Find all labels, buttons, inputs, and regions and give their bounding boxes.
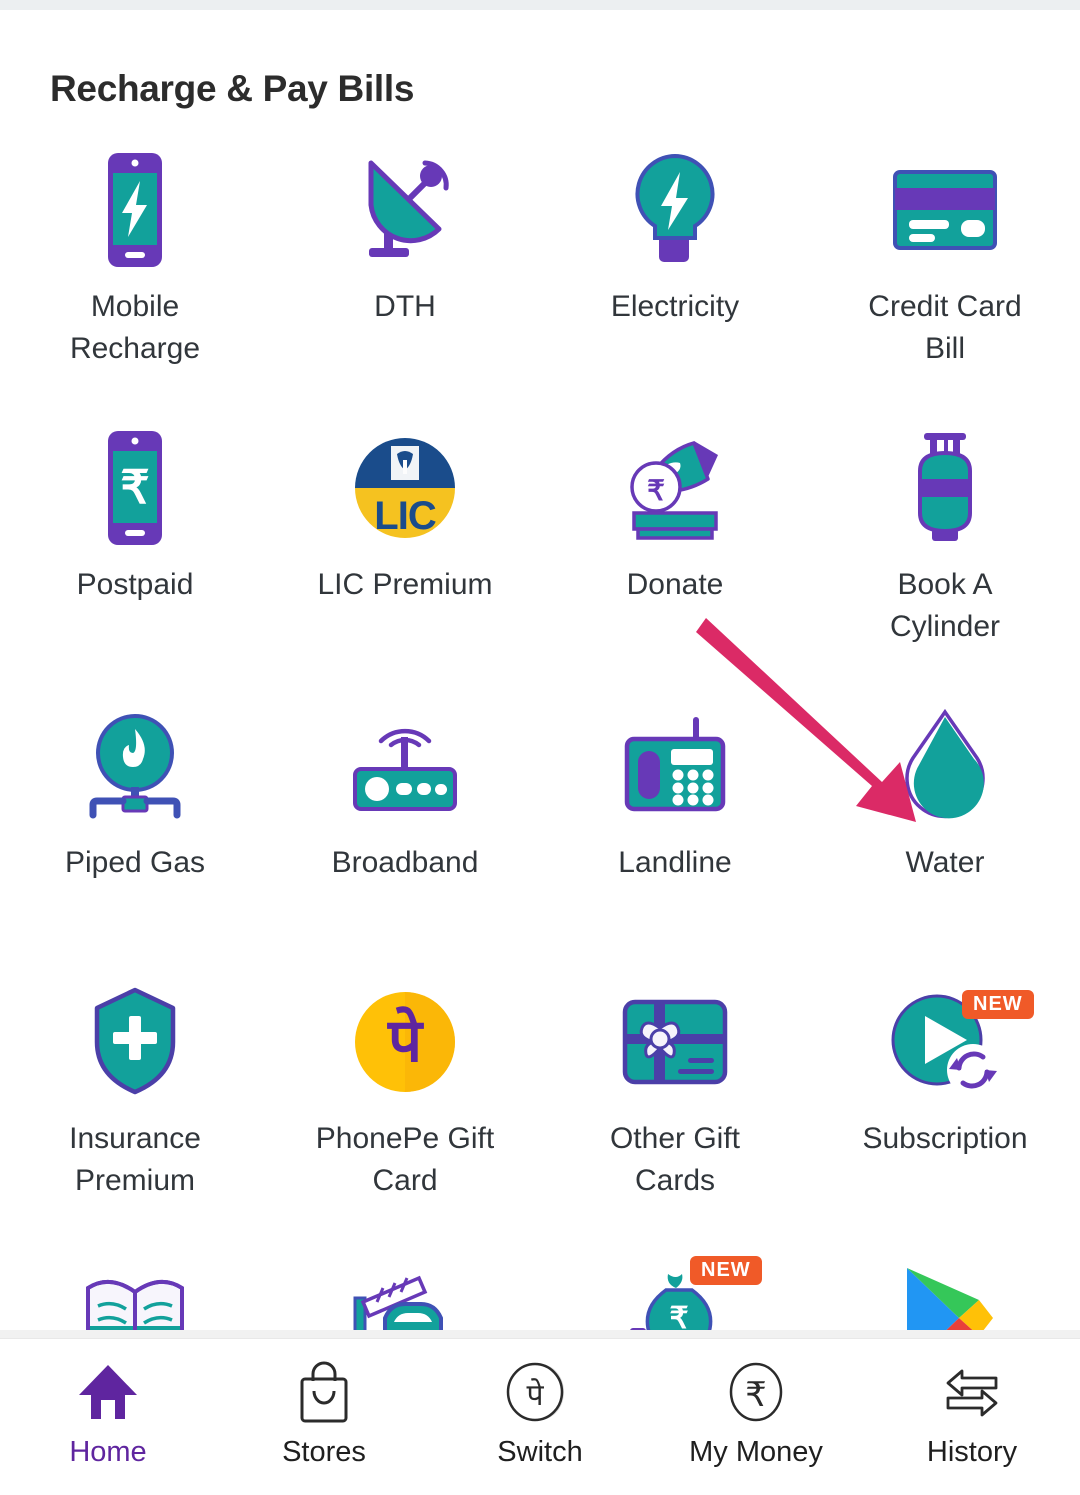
services-grid: Mobile Recharge DTH Electricity Credit C… [0, 150, 1080, 1330]
bottom-navigation-bar: Home Stores पे Switch ₹ My Money History [0, 1338, 1080, 1495]
transfer-arrows-icon [938, 1361, 1006, 1423]
donate-hand-coin-icon: ₹ [616, 428, 734, 548]
home-icon [77, 1361, 139, 1423]
nav-item-history[interactable]: History [864, 1339, 1080, 1469]
google-play-icon [895, 1258, 995, 1330]
postpaid-phone-icon: ₹ [85, 428, 185, 548]
nav-item-home[interactable]: Home [0, 1339, 216, 1469]
phonepe-coin-icon: पे [352, 982, 458, 1102]
service-tile-label: Landline [618, 846, 732, 879]
svg-text:₹: ₹ [745, 1376, 767, 1414]
phonepe-switch-icon: पे [500, 1361, 580, 1423]
grid-row: Insurance Premium पे PhonePe Gift Card O… [0, 982, 1080, 1258]
recharge-pay-bills-section: Recharge & Pay Bills Mobile Recharge DTH… [0, 10, 1080, 1330]
rupee-circle-icon: ₹ [726, 1361, 786, 1423]
service-tile-landline[interactable]: Landline [540, 706, 810, 982]
service-tile-book[interactable] [0, 1258, 270, 1330]
gift-card-icon [620, 982, 730, 1102]
svg-text:पे: पे [387, 1006, 424, 1076]
piped-gas-flame-icon [77, 706, 193, 826]
grid-row: Piped Gas Broadband Landline Water [0, 706, 1080, 982]
svg-text:LIC: LIC [374, 494, 436, 538]
nav-item-label: History [926, 1436, 1018, 1468]
nav-item-label: Switch [497, 1436, 583, 1468]
light-bulb-icon [625, 150, 725, 270]
satellite-dish-icon [349, 150, 461, 270]
service-tile-label: Mobile Recharge [69, 290, 201, 365]
service-tile-credit-card-bill[interactable]: Credit Card Bill [810, 150, 1080, 428]
page-title: Recharge & Pay Bills [50, 68, 415, 109]
new-badge: NEW [962, 990, 1034, 1019]
nav-item-stores[interactable]: Stores [216, 1339, 432, 1469]
phonepe-app-screen: Recharge & Pay Bills Mobile Recharge DTH… [0, 0, 1080, 1495]
lic-logo-icon: LIC [353, 428, 457, 548]
mobile-recharge-icon [85, 150, 185, 270]
service-tile-label: Electricity [610, 290, 740, 323]
service-tile-label: Postpaid [76, 568, 194, 601]
service-tile-broadband[interactable]: Broadband [270, 706, 540, 982]
service-tile-label: PhonePe Gift Card [315, 1122, 495, 1197]
service-tile-other-gift-cards[interactable]: Other Gift Cards [540, 982, 810, 1258]
credit-card-icon [891, 150, 999, 270]
nav-item-switch[interactable]: पे Switch [432, 1339, 648, 1469]
grid-row-partial: ₹ NEW [0, 1256, 1080, 1330]
service-tile-label: Broadband [331, 846, 479, 879]
svg-text:₹: ₹ [120, 461, 149, 513]
service-tile-label: Donate [626, 568, 724, 601]
service-tile-label: Piped Gas [64, 846, 206, 879]
nav-item-label: Home [69, 1436, 147, 1468]
service-tile-label: Subscription [862, 1122, 1028, 1155]
new-badge: NEW [690, 1256, 762, 1285]
service-tile-postpaid[interactable]: ₹ Postpaid [0, 428, 270, 706]
router-icon [345, 706, 465, 826]
grid-row: ₹ Postpaid LIC LIC Premium ₹ Donate Book… [0, 428, 1080, 706]
service-tile-fastag-toll[interactable] [270, 1258, 540, 1330]
service-tile-dth[interactable]: DTH [270, 150, 540, 428]
service-tile-phonepe-gift-card[interactable]: पे PhonePe Gift Card [270, 982, 540, 1258]
service-tile-label: LIC Premium [317, 568, 493, 601]
service-tile-label: DTH [374, 290, 436, 323]
toll-car-icon [345, 1258, 465, 1330]
service-tile-label: Other Gift Cards [609, 1122, 741, 1197]
bottom-nav-separator [0, 1330, 1080, 1338]
service-tile-google-play[interactable] [810, 1258, 1080, 1330]
service-tile-label: Insurance Premium [69, 1122, 201, 1197]
svg-text:₹: ₹ [669, 1302, 688, 1330]
open-book-icon [80, 1258, 190, 1330]
service-tile-mobile-recharge[interactable]: Mobile Recharge [0, 150, 270, 428]
service-tile-donate[interactable]: ₹ Donate [540, 428, 810, 706]
top-status-strip [0, 0, 1080, 10]
shopping-bag-icon [296, 1361, 352, 1423]
service-tile-insurance-premium[interactable]: Insurance Premium [0, 982, 270, 1258]
service-tile-money-transfer[interactable]: ₹ NEW [540, 1256, 810, 1330]
service-tile-subscription[interactable]: NEW Subscription [810, 982, 1080, 1258]
service-tile-label: Book A Cylinder [889, 568, 1001, 643]
service-tile-label: Credit Card Bill [868, 290, 1022, 365]
gas-cylinder-icon [900, 428, 990, 548]
shield-plus-icon [85, 982, 185, 1102]
service-tile-lic-premium[interactable]: LIC LIC Premium [270, 428, 540, 706]
nav-item-label: My Money [689, 1436, 823, 1468]
service-tile-piped-gas[interactable]: Piped Gas [0, 706, 270, 982]
service-tile-water[interactable]: Water [810, 706, 1080, 982]
svg-text:पे: पे [526, 1378, 544, 1413]
nav-item-my-money[interactable]: ₹ My Money [648, 1339, 864, 1469]
service-tile-electricity[interactable]: Electricity [540, 150, 810, 428]
service-tile-label: Water [905, 846, 985, 879]
svg-text:₹: ₹ [647, 475, 665, 506]
service-tile-book-a-cylinder[interactable]: Book A Cylinder [810, 428, 1080, 706]
landline-phone-icon [619, 706, 731, 826]
grid-row: Mobile Recharge DTH Electricity Credit C… [0, 150, 1080, 428]
water-droplet-icon [895, 706, 995, 826]
nav-item-label: Stores [282, 1436, 366, 1468]
